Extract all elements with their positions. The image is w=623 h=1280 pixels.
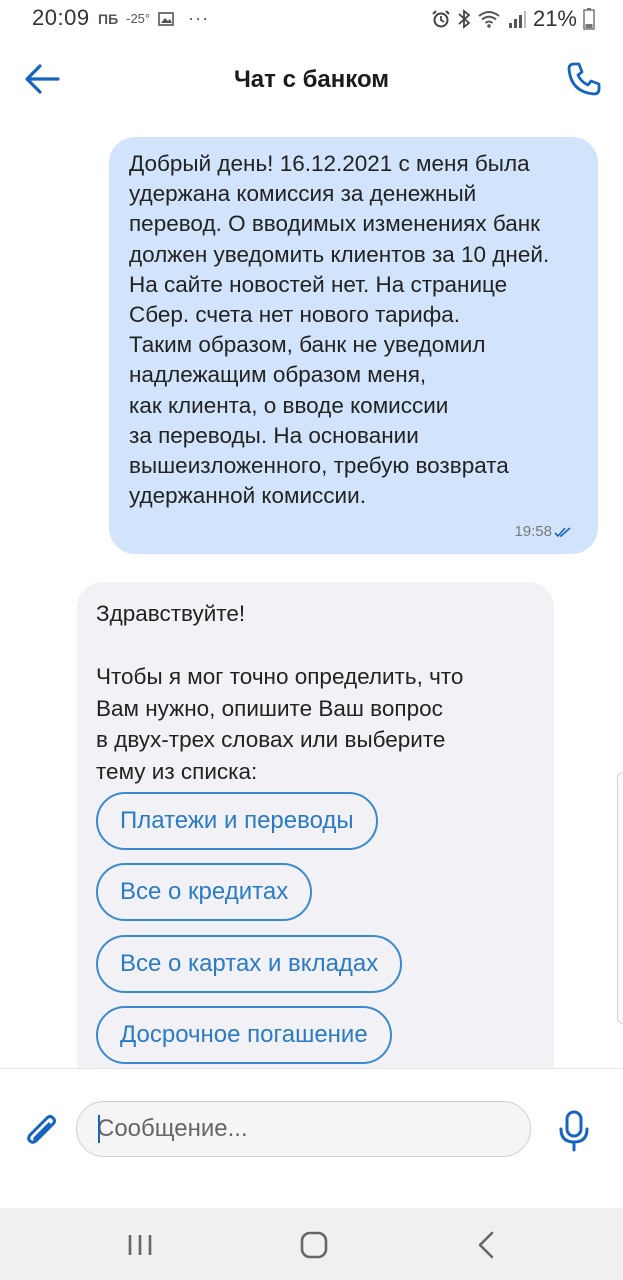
- signal-icon: [508, 11, 526, 28]
- status-temperature: -25°: [126, 11, 151, 26]
- home-button[interactable]: [294, 1228, 334, 1262]
- paperclip-icon: [27, 1115, 56, 1144]
- chat-area[interactable]: Добрый день! 16.12.2021 с меня была удер…: [0, 122, 623, 1068]
- status-right-icons: 21%: [431, 6, 595, 32]
- image-icon: [158, 11, 174, 26]
- system-nav-bar: [0, 1208, 623, 1280]
- option-credits[interactable]: Все о кредитах: [96, 863, 313, 921]
- message-text: Здравствуйте! Чтобы я мог точно определи…: [96, 601, 464, 784]
- status-pb-label: ПБ: [98, 10, 119, 27]
- battery-icon: [583, 8, 595, 30]
- attach-button[interactable]: [22, 1109, 62, 1153]
- app-header: Чат с банком: [0, 36, 623, 122]
- mic-button[interactable]: [557, 1109, 591, 1153]
- back-icon: [478, 1231, 494, 1259]
- call-button[interactable]: [565, 60, 603, 98]
- message-time: 19:58: [514, 523, 552, 540]
- status-time: 20:09: [32, 5, 90, 30]
- nav-back-button[interactable]: [466, 1228, 506, 1262]
- recent-apps-icon: [128, 1235, 152, 1255]
- incoming-message: Здравствуйте! Чтобы я мог точно определи…: [77, 582, 554, 1068]
- message-input[interactable]: [76, 1101, 531, 1157]
- wifi-icon: [478, 11, 500, 28]
- home-icon: [300, 1231, 328, 1259]
- text-cursor: [98, 1115, 100, 1143]
- option-cards-deposits[interactable]: Все о картах и вкладах: [96, 935, 403, 993]
- battery-percent: 21%: [532, 6, 577, 31]
- option-payments-transfers[interactable]: Платежи и переводы: [96, 792, 378, 850]
- page-title: Чат с банком: [233, 66, 390, 93]
- status-bar: 20:09 ПБ -25° ··· 21%: [0, 0, 623, 36]
- status-left-icons: ПБ -25° ···: [98, 8, 209, 29]
- double-check-icon: [554, 526, 571, 537]
- message-composer: [0, 1068, 623, 1209]
- phone-icon: [567, 62, 601, 96]
- option-early-repayment[interactable]: Досрочное погашение: [96, 1006, 392, 1064]
- recent-apps-button[interactable]: [120, 1228, 160, 1262]
- bluetooth-icon: [458, 9, 471, 29]
- message-meta: 19:58: [514, 523, 572, 540]
- scrollbar[interactable]: [617, 772, 623, 1024]
- outgoing-message: Добрый день! 16.12.2021 с меня была удер…: [109, 137, 598, 554]
- microphone-icon: [559, 1110, 589, 1152]
- alarm-icon: [432, 10, 450, 28]
- status-more-dots: ···: [188, 8, 210, 28]
- message-text: Добрый день! 16.12.2021 с меня была удер…: [129, 151, 550, 509]
